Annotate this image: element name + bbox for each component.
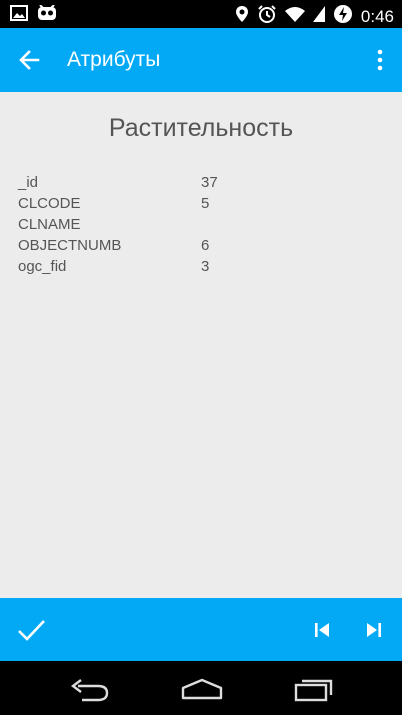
more-vert-icon [377, 49, 383, 71]
apply-button[interactable] [16, 616, 48, 644]
nav-back-button[interactable] [68, 675, 112, 703]
previous-feature-button[interactable] [311, 620, 333, 640]
attribute-row: CLNAME [18, 214, 388, 235]
attribute-key: CLCODE [18, 195, 81, 212]
image-icon [10, 5, 28, 26]
attribute-row: CLCODE 5 [18, 193, 388, 214]
attribute-key: ogc_fid [18, 258, 67, 275]
skip-previous-icon [315, 623, 329, 637]
nav-back-icon [71, 679, 109, 702]
battery-charging-icon [333, 4, 353, 29]
attribute-row: _id 37 [18, 172, 388, 193]
app-bar: Атрибуты [0, 28, 402, 92]
system-nav-bar [0, 661, 402, 715]
status-time: 0:46 [360, 6, 394, 26]
signal-icon [312, 6, 325, 27]
attribute-value: 6 [201, 237, 210, 254]
nav-recent-apps-button[interactable] [292, 675, 336, 703]
attribute-value: 37 [201, 174, 218, 191]
next-feature-button[interactable] [363, 620, 385, 640]
attribute-key: CLNAME [18, 216, 81, 233]
attribute-value: 3 [201, 258, 210, 275]
attributes-content: Растительность _id 37 CLCODE 5 CLNAME OB… [0, 92, 402, 598]
nav-home-button[interactable] [180, 677, 224, 701]
skip-next-icon [367, 623, 381, 637]
attribute-value: 5 [201, 195, 210, 212]
back-button[interactable] [16, 46, 46, 74]
attribute-row: ogc_fid 3 [18, 256, 388, 277]
arrow-back-icon [19, 50, 40, 70]
attributes-table: _id 37 CLCODE 5 CLNAME OBJECTNUMB 6 ogc_… [18, 172, 388, 277]
wifi-icon [284, 6, 305, 27]
layer-title: Растительность [108, 114, 294, 142]
check-icon [18, 620, 45, 641]
attribute-key: OBJECTNUMB [18, 237, 122, 254]
location-icon [235, 5, 249, 28]
alarm-icon [257, 5, 277, 28]
attribute-row: OBJECTNUMB 6 [18, 235, 388, 256]
cyanogenmod-icon [37, 4, 57, 26]
status-bar: 0:46 [0, 0, 402, 28]
attribute-key: _id [18, 174, 39, 191]
overflow-menu-button[interactable] [372, 48, 388, 72]
nav-home-icon [181, 678, 223, 700]
page-title: Атрибуты [67, 48, 161, 71]
nav-recent-icon [294, 679, 333, 702]
bottom-toolbar [0, 598, 402, 661]
